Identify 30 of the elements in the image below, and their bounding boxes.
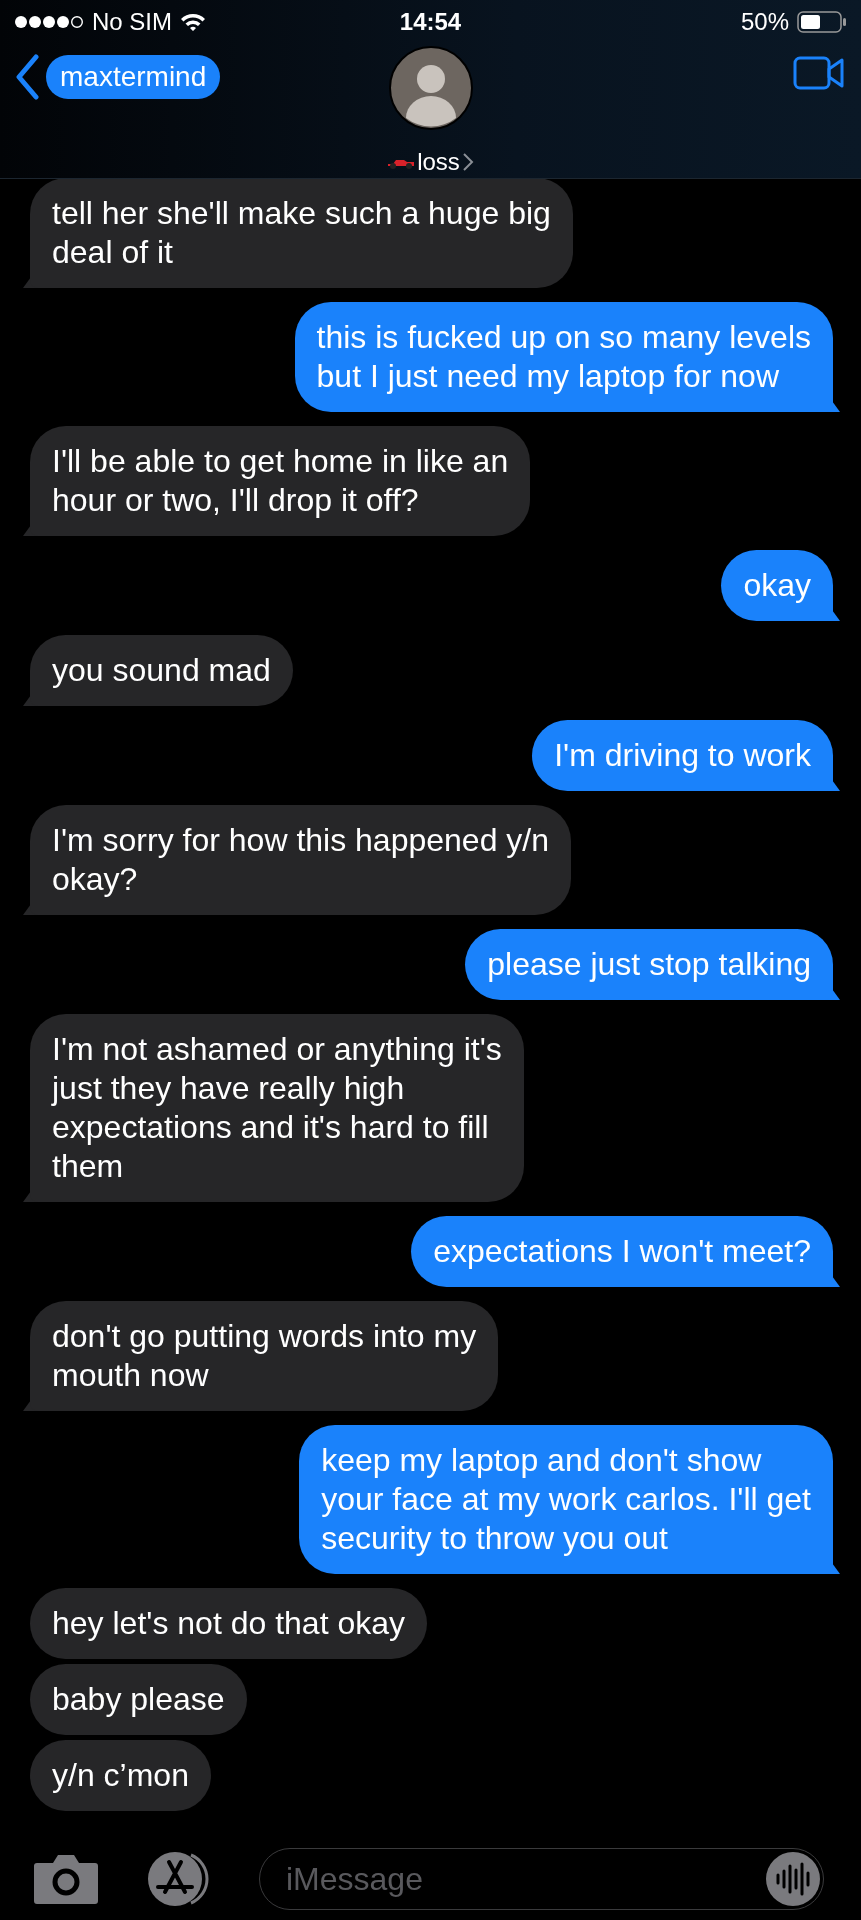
audio-waveform-icon[interactable] bbox=[766, 1852, 820, 1906]
battery-icon bbox=[797, 11, 847, 33]
contact-name[interactable]: loss bbox=[417, 148, 460, 176]
message-bubble: okay bbox=[721, 550, 840, 621]
clock-time: 14:54 bbox=[399, 8, 462, 36]
message-bubble: please just stop talking bbox=[465, 929, 840, 1000]
video-camera-icon[interactable] bbox=[793, 56, 845, 90]
message-bubble: don't go putting words into my mouth now bbox=[23, 1301, 499, 1411]
message-bubble: hey let's not do that okay bbox=[23, 1588, 427, 1659]
carrier-label: No SIM bbox=[92, 8, 172, 36]
message-bubble: keep my laptop and don't show your face at my work carlos. I'll get security to throw you out bbox=[299, 1425, 840, 1574]
message-input[interactable]: iMessage bbox=[259, 1848, 824, 1910]
chevron-right-icon[interactable] bbox=[461, 152, 474, 172]
message-bubble: I'm driving to work bbox=[532, 720, 840, 791]
message-bubble: y/n c’mon bbox=[23, 1740, 211, 1811]
back-chevron-icon[interactable] bbox=[14, 54, 40, 100]
message-bubble: I'm sorry for how this happened y/n okay? bbox=[23, 805, 571, 915]
wifi-icon bbox=[180, 12, 206, 32]
message-bubble: tell her she'll make such a huge big deal of it bbox=[23, 178, 573, 288]
message-bubble: I'll be able to get home in like an hour or two, I'll drop it off? bbox=[23, 426, 531, 536]
message-bubble: I'm not ashamed or anything it's just they have really high expectations and it's hard to fill them bbox=[23, 1014, 524, 1202]
back-button[interactable]: maxtermind bbox=[46, 55, 221, 99]
message-bubble: this is fucked up on so many levels but I just need my laptop for now bbox=[294, 302, 840, 412]
message-bubble: you sound mad bbox=[23, 635, 293, 706]
message-bubble: baby please bbox=[23, 1664, 247, 1735]
contact-avatar[interactable] bbox=[388, 46, 473, 130]
camera-icon[interactable] bbox=[33, 1853, 99, 1905]
message-bubble: expectations I won't meet? bbox=[411, 1216, 840, 1287]
battery-percentage: 50% bbox=[740, 8, 789, 36]
signal-icon bbox=[14, 15, 84, 29]
